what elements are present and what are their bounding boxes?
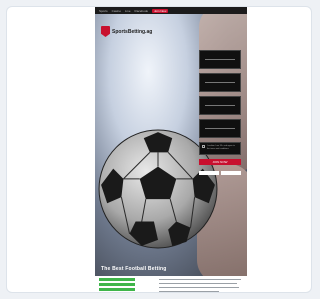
nav-link-sports[interactable]: Sports bbox=[99, 9, 108, 13]
preview-card: Sports Casino Live Racebook Join Now Spo… bbox=[6, 6, 312, 293]
hero-caption: The Best Football Betting bbox=[101, 266, 167, 272]
text-line bbox=[159, 287, 239, 288]
text-line bbox=[159, 291, 219, 292]
text-line bbox=[159, 283, 237, 284]
promo-bar[interactable] bbox=[99, 283, 135, 286]
terms-checkbox[interactable] bbox=[202, 145, 205, 148]
first-name-field[interactable] bbox=[199, 50, 241, 69]
website-screenshot: Sports Casino Live Racebook Join Now Spo… bbox=[95, 7, 247, 292]
site-logo[interactable]: SportsBetting.ag bbox=[101, 26, 152, 37]
nav-link-live[interactable]: Live bbox=[125, 9, 131, 13]
last-name-input[interactable] bbox=[205, 81, 235, 84]
logo-text: SportsBetting.ag bbox=[112, 28, 153, 35]
join-now-button[interactable]: JOIN NOW bbox=[199, 159, 241, 165]
first-name-input[interactable] bbox=[205, 58, 235, 61]
social-signup-button[interactable] bbox=[221, 171, 241, 175]
password-input[interactable] bbox=[205, 127, 235, 130]
terms-text: I confirm I am 18+ and agree to the term… bbox=[207, 145, 235, 150]
last-name-field[interactable] bbox=[199, 73, 241, 92]
email-field[interactable] bbox=[199, 96, 241, 115]
email-input[interactable] bbox=[205, 104, 235, 107]
shield-logo-icon bbox=[101, 26, 110, 37]
terms-checkbox-row[interactable]: I confirm I am 18+ and agree to the term… bbox=[199, 142, 241, 155]
text-line bbox=[159, 279, 241, 280]
promo-bar[interactable] bbox=[99, 288, 135, 291]
nav-link-casino[interactable]: Casino bbox=[112, 9, 121, 13]
nav-link-racebook[interactable]: Racebook bbox=[135, 9, 149, 13]
hero-banner: SportsBetting.ag The Best Football Betti… bbox=[95, 14, 247, 276]
signup-form: I confirm I am 18+ and agree to the term… bbox=[199, 50, 241, 175]
below-fold-content bbox=[95, 276, 247, 292]
social-signup-row bbox=[199, 171, 241, 175]
promo-bar[interactable] bbox=[99, 278, 135, 281]
social-signup-button[interactable] bbox=[199, 171, 219, 175]
join-now-nav-button[interactable]: Join Now bbox=[152, 8, 169, 13]
password-field[interactable] bbox=[199, 119, 241, 138]
top-navigation: Sports Casino Live Racebook Join Now bbox=[95, 7, 247, 14]
